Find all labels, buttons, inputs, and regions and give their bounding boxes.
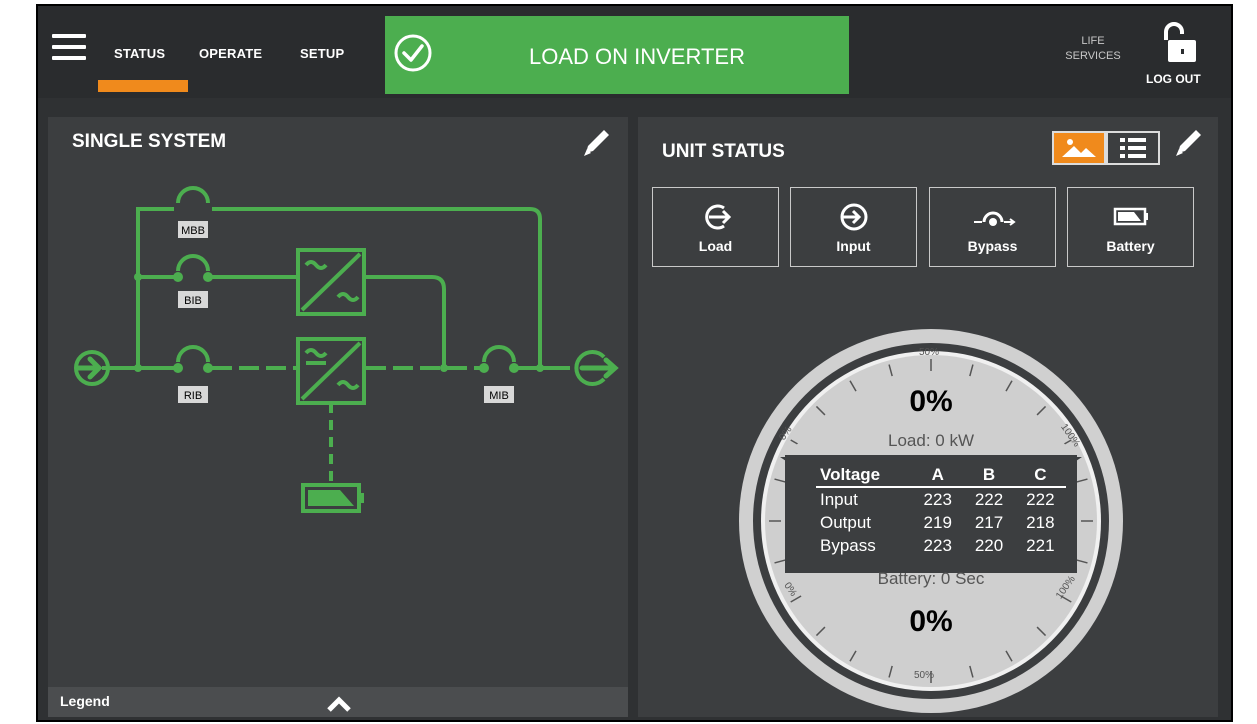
row-label: Bypass bbox=[820, 536, 876, 555]
voltage-value: 220 bbox=[974, 536, 1004, 555]
voltage-value: 223 bbox=[923, 536, 952, 555]
life-services-link[interactable]: LIFE SERVICES bbox=[1043, 34, 1143, 64]
hamburger-menu-icon[interactable] bbox=[52, 34, 86, 60]
unit-status-panel: UNIT STATUS Load Input Bypass Battery 50… bbox=[638, 117, 1218, 717]
voltage-value: 221 bbox=[1026, 536, 1055, 555]
voltage-value: 222 bbox=[974, 490, 1004, 509]
breaker-label-bib: BIB bbox=[184, 295, 202, 307]
life-services-line1: LIFE bbox=[1081, 35, 1105, 47]
load-kw: Load: 0 kW bbox=[888, 431, 974, 450]
voltage-value: 222 bbox=[1026, 490, 1055, 509]
tab-status[interactable]: STATUS bbox=[114, 46, 165, 61]
breaker-label-mbb: MBB bbox=[181, 225, 205, 237]
voltage-value: 217 bbox=[974, 513, 1004, 532]
logout-button[interactable]: LOG OUT bbox=[1146, 72, 1201, 86]
legend-bar[interactable]: Legend bbox=[48, 687, 628, 717]
active-tab-indicator bbox=[98, 80, 188, 92]
top-bar: STATUS OPERATE SETUP LOAD ON INVERTER LI… bbox=[38, 6, 1231, 98]
voltage-table: Voltage A B C Input 223 222 222 Output 2… bbox=[816, 463, 1066, 557]
scale-top-label: 50% bbox=[919, 347, 939, 358]
table-row: Output 219 217 218 bbox=[816, 511, 1066, 534]
voltage-header: Voltage bbox=[816, 463, 913, 488]
legend-label: Legend bbox=[60, 693, 110, 709]
phase-b-header: B bbox=[963, 463, 1015, 488]
battery-icon bbox=[301, 483, 364, 513]
unlocked-padlock-icon[interactable] bbox=[1158, 22, 1198, 64]
breaker-label-mib: MIB bbox=[489, 390, 509, 402]
voltage-value: 219 bbox=[923, 513, 952, 532]
status-banner: LOAD ON INVERTER bbox=[385, 16, 849, 94]
row-label: Output bbox=[820, 513, 872, 532]
ups-screen: STATUS OPERATE SETUP LOAD ON INVERTER LI… bbox=[36, 4, 1233, 722]
phase-c-header: C bbox=[1014, 463, 1066, 488]
tab-setup[interactable]: SETUP bbox=[300, 46, 344, 61]
load-percent: 0% bbox=[909, 385, 953, 418]
chevron-up-icon[interactable] bbox=[324, 692, 354, 714]
load-output-icon bbox=[574, 350, 619, 386]
tab-operate[interactable]: OPERATE bbox=[199, 46, 262, 61]
one-line-diagram: MBB BIB RIB MIB bbox=[74, 186, 619, 513]
battery-seconds: Battery: 0 Sec bbox=[877, 569, 985, 588]
voltage-value: 218 bbox=[1026, 513, 1055, 532]
phase-a-header: A bbox=[912, 463, 964, 488]
single-system-panel: SINGLE SYSTEM MBB BIB RIB MIB Legend bbox=[48, 117, 628, 717]
scale-bottom-label: 50% bbox=[914, 670, 934, 681]
battery-percent: 0% bbox=[909, 605, 953, 638]
table-row: Bypass 223 220 221 bbox=[816, 534, 1066, 557]
table-row: Input 223 222 222 bbox=[816, 487, 1066, 511]
breaker-label-rib: RIB bbox=[184, 390, 202, 402]
banner-text: LOAD ON INVERTER bbox=[529, 44, 745, 69]
row-label: Input bbox=[820, 490, 858, 509]
voltage-value: 223 bbox=[923, 490, 952, 509]
life-services-line2: SERVICES bbox=[1065, 50, 1121, 62]
